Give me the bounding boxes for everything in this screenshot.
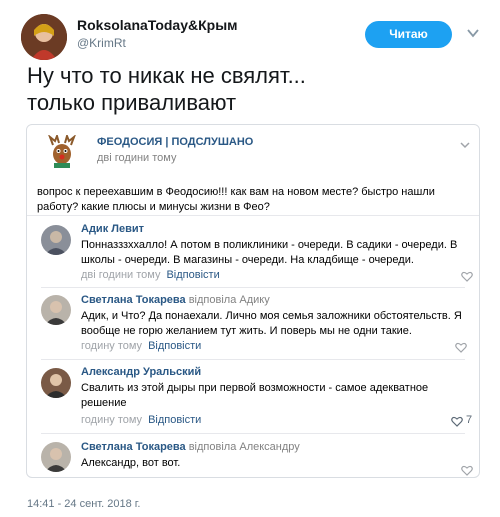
comment-author[interactable]: Адик Левит: [81, 223, 144, 235]
comment-author[interactable]: Александр Уральский: [81, 366, 201, 378]
comment-text: Адик, и Что? Да понаехали. Лично моя сем…: [81, 309, 462, 339]
group-name[interactable]: ФЕОДОСИЯ | ПОДСЛУШАНО: [97, 136, 253, 148]
author-avatar[interactable]: [21, 14, 67, 60]
post-text-line: вопрос к переехавшим в Феодосию!!! как в…: [37, 186, 435, 198]
reply-to-label[interactable]: відповіла Александру: [189, 441, 300, 453]
author-handle[interactable]: @KrimRt: [77, 36, 126, 50]
divider: [27, 215, 479, 216]
post-time: дві години тому: [97, 152, 177, 164]
tweet-text: Ну что то никак не свялят... только прив…: [27, 62, 467, 116]
comment-text: Свалить из этой дыры при первой возможно…: [81, 381, 428, 411]
like-count: 7: [466, 414, 473, 426]
comment-author[interactable]: Светлана Токарева відповіла Адику: [81, 294, 270, 306]
reply-button[interactable]: Відповісти: [166, 269, 219, 281]
heart-icon[interactable]: [461, 271, 473, 282]
divider: [41, 433, 465, 434]
comment-text-line: Адик, и Что? Да понаехали. Лично моя сем…: [81, 310, 462, 322]
tweet-timestamp[interactable]: 14:41 - 24 сент. 2018 г.: [27, 498, 140, 510]
author-name[interactable]: RoksolanaToday&Крым: [77, 17, 238, 33]
comment-avatar[interactable]: [41, 295, 71, 325]
comment-avatar[interactable]: [41, 225, 71, 255]
tweet-text-line: только приваливают: [27, 90, 237, 115]
post-text-line: работу? какие плюсы и минусы жизни в Фео…: [37, 201, 270, 213]
comment-text: Понназззххалло! А потом в поликлиники - …: [81, 238, 457, 268]
comment-text: Александр, вот вот.: [81, 456, 180, 471]
comment-avatar[interactable]: [41, 442, 71, 472]
attached-image[interactable]: ФЕОДОСИЯ | ПОДСЛУШАНО дві години тому во…: [26, 124, 480, 478]
comment-time: годину тому: [81, 414, 143, 426]
heart-icon[interactable]: [455, 342, 467, 353]
comment-text-line: Свалить из этой дыры при первой возможно…: [81, 382, 429, 394]
comment-author[interactable]: Светлана Токарева відповіла Александру: [81, 441, 300, 453]
comment-text-line: Понназззххалло! А потом в поликлиники - …: [81, 239, 458, 251]
chevron-down-icon[interactable]: [459, 139, 471, 151]
group-logo-icon: [48, 135, 76, 168]
heart-icon[interactable]: [451, 416, 463, 427]
comment-author-name[interactable]: Александр Уральский: [81, 366, 201, 378]
comment-avatar[interactable]: [41, 368, 71, 398]
comment-meta: дві години тому Відповісти: [81, 269, 220, 281]
reply-button[interactable]: Відповісти: [148, 414, 201, 426]
comment-text-line: решение: [81, 397, 127, 409]
comment-author-name[interactable]: Светлана Токарева: [81, 441, 186, 453]
comment-author-name[interactable]: Светлана Токарева: [81, 294, 186, 306]
divider: [41, 287, 465, 288]
comment-meta: годину тому Відповісти: [81, 340, 201, 352]
heart-icon[interactable]: [461, 465, 473, 476]
comment-meta: годину тому Відповісти: [81, 414, 201, 426]
post-text: вопрос к переехавшим в Феодосию!!! как в…: [37, 185, 472, 215]
divider: [41, 359, 465, 360]
comment-author-name[interactable]: Адик Левит: [81, 223, 144, 235]
tweet-text-line: Ну что то никак не свялят...: [27, 63, 306, 88]
follow-button[interactable]: Читаю: [365, 21, 452, 48]
comment-time: дві години тому: [81, 269, 161, 281]
comment-text-line: Александр, вот вот.: [81, 457, 181, 469]
reply-to-label[interactable]: відповіла Адику: [189, 294, 270, 306]
chevron-down-icon[interactable]: [466, 26, 480, 40]
comment-text-line: вообще не горю желанием тут жить. И пове…: [81, 325, 412, 337]
reply-button[interactable]: Відповісти: [148, 340, 201, 352]
comment-time: годину тому: [81, 340, 143, 352]
comment-text-line: школы - очереди. В магазины - очереди. Н…: [81, 254, 414, 266]
